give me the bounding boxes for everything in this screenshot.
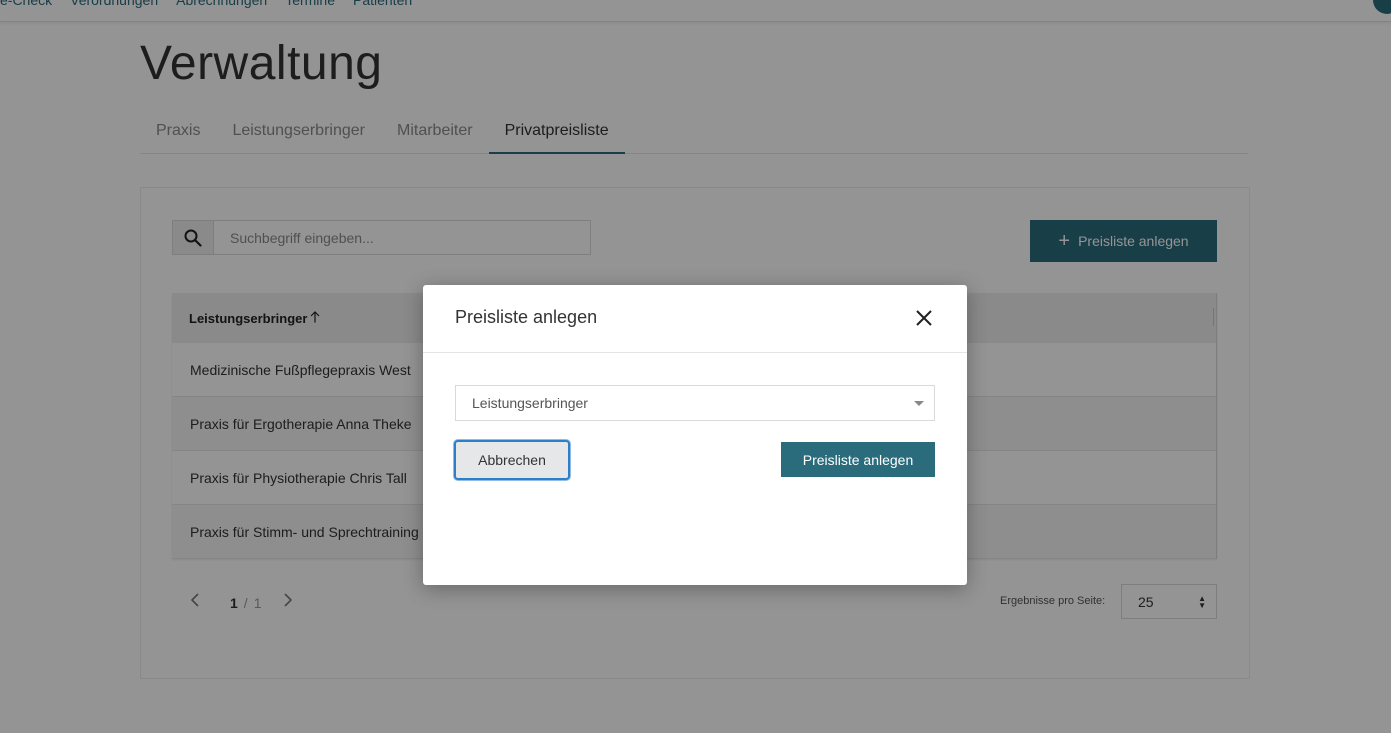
create-pricelist-modal: Preisliste anlegen Leistungserbringer Ab… <box>423 285 967 585</box>
modal-header: Preisliste anlegen <box>423 285 967 353</box>
submit-pricelist-button[interactable]: Preisliste anlegen <box>781 442 935 477</box>
modal-title: Preisliste anlegen <box>455 307 598 327</box>
close-icon[interactable] <box>913 307 935 329</box>
leistungserbringer-select[interactable]: Leistungserbringer <box>455 385 935 421</box>
cancel-button[interactable]: Abbrechen <box>454 440 570 480</box>
caret-down-icon <box>914 401 924 406</box>
select-placeholder: Leistungserbringer <box>472 395 588 411</box>
